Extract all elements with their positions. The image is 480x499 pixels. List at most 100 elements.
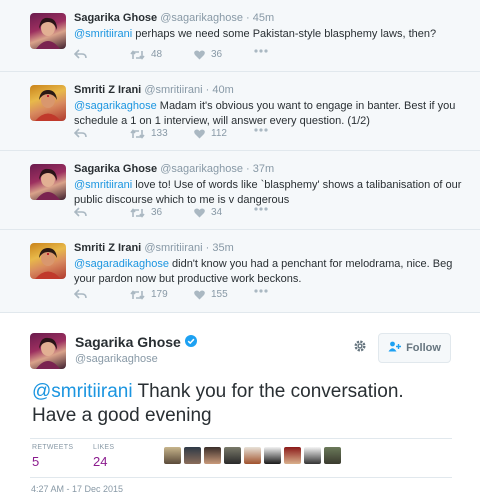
reply-icon	[74, 207, 87, 217]
tweet-time[interactable]: · 35m	[206, 242, 234, 254]
permalink-tweet: Sagarika Ghose @sagarikaghose Follow @sm…	[0, 312, 480, 499]
user-name[interactable]: Sagarika Ghose	[75, 334, 181, 350]
liker-avatar[interactable]	[224, 447, 241, 464]
retweet-icon	[130, 289, 145, 300]
mention-link[interactable]: @smritiirani	[32, 381, 133, 402]
tweet-header: Sagarika Ghose @sagarikaghose · 45m	[74, 12, 274, 24]
like-count: 112	[211, 128, 227, 139]
divider	[30, 477, 452, 478]
more-dots-icon	[254, 49, 268, 53]
more-button[interactable]	[254, 49, 268, 53]
more-dots-icon	[254, 289, 268, 293]
user-handle[interactable]: @sagarikaghose	[160, 12, 243, 24]
retweet-count: 36	[151, 207, 163, 218]
retweet-icon	[130, 207, 145, 218]
retweet-button[interactable]: 48	[130, 49, 162, 60]
avatar[interactable]	[30, 85, 66, 121]
more-button[interactable]	[254, 289, 268, 293]
reply-icon	[74, 49, 87, 59]
user-actions-button[interactable]	[353, 339, 367, 358]
tweet-timestamp[interactable]: 4:27 AM - 17 Dec 2015	[31, 484, 123, 494]
more-button[interactable]	[254, 207, 268, 211]
tweet-body: perhaps we need some Pakistan-style blas…	[132, 28, 437, 40]
more-dots-icon	[254, 207, 268, 211]
retweet-button[interactable]: 36	[130, 207, 162, 218]
reply-button[interactable]	[74, 128, 87, 138]
liker-avatars	[164, 447, 341, 464]
tweet-header: Sagarika Ghose @sagarikaghose · 37m	[74, 163, 274, 175]
user-name[interactable]: Smriti Z Irani	[74, 242, 141, 254]
follow-label: Follow	[406, 342, 441, 354]
heart-icon	[194, 208, 205, 218]
more-button[interactable]	[254, 128, 268, 132]
user-handle[interactable]: @smritiirani	[144, 242, 202, 254]
user-handle[interactable]: @sagarikaghose	[75, 353, 158, 365]
like-count: 36	[211, 49, 223, 60]
like-button[interactable]: 34	[194, 207, 222, 218]
liker-avatar[interactable]	[324, 447, 341, 464]
user-name[interactable]: Smriti Z Irani	[74, 84, 141, 96]
reply-button[interactable]	[74, 289, 87, 299]
thread-tweet[interactable]: Smriti Z Irani @smritiirani · 40m @sagar…	[0, 72, 480, 151]
user-handle[interactable]: @smritiirani	[144, 84, 202, 96]
user-name[interactable]: Sagarika Ghose	[74, 12, 157, 24]
mention-link[interactable]: @sagarikaghose	[74, 100, 157, 112]
retweet-count: 179	[151, 289, 168, 300]
user-handle[interactable]: @sagarikaghose	[160, 163, 243, 175]
tweet-text: @sagaradikaghose didn't know you had a p…	[74, 257, 470, 287]
heart-icon	[194, 290, 205, 300]
retweets-stat[interactable]: RETWEETS 5	[32, 444, 73, 469]
likes-stat[interactable]: LIKES 24	[93, 444, 114, 469]
heart-icon	[194, 129, 205, 139]
liker-avatar[interactable]	[184, 447, 201, 464]
liker-avatar[interactable]	[284, 447, 301, 464]
verified-badge-icon	[184, 334, 197, 350]
conversation-thread: Sagarika Ghose @sagarikaghose · 45m @smr…	[0, 0, 480, 312]
gear-icon	[353, 340, 367, 357]
like-button[interactable]: 155	[194, 289, 228, 300]
user-name[interactable]: Sagarika Ghose	[74, 163, 157, 175]
retweet-icon	[130, 128, 145, 139]
thread-tweet[interactable]: Sagarika Ghose @sagarikaghose · 45m @smr…	[0, 0, 480, 72]
follow-user-icon	[388, 341, 402, 355]
avatar[interactable]	[30, 333, 66, 369]
tweet-time[interactable]: · 37m	[246, 163, 274, 175]
retweet-button[interactable]: 179	[130, 289, 168, 300]
retweets-count: 5	[32, 454, 40, 469]
avatar[interactable]	[30, 243, 66, 279]
avatar[interactable]	[30, 164, 66, 200]
liker-avatar[interactable]	[164, 447, 181, 464]
liker-avatar[interactable]	[204, 447, 221, 464]
tweet-time[interactable]: · 40m	[206, 84, 234, 96]
tweet-text: @smritiirani Thank you for the conversat…	[32, 380, 452, 428]
divider	[30, 438, 452, 439]
retweets-label: RETWEETS	[32, 444, 74, 451]
reply-icon	[74, 289, 87, 299]
mention-link[interactable]: @smritiirani	[74, 179, 132, 191]
like-count: 34	[211, 207, 223, 218]
retweet-count: 133	[151, 128, 168, 139]
like-button[interactable]: 112	[194, 128, 227, 139]
retweet-count: 48	[151, 49, 163, 60]
likes-label: LIKES	[93, 444, 115, 451]
avatar[interactable]	[30, 13, 66, 49]
user-name-row[interactable]: Sagarika Ghose	[75, 334, 197, 350]
thread-tweet[interactable]: Sagarika Ghose @sagarikaghose · 37m @smr…	[0, 151, 480, 230]
tweet-header: Smriti Z Irani @smritiirani · 40m	[74, 84, 234, 96]
reply-icon	[74, 128, 87, 138]
like-button[interactable]: 36	[194, 49, 222, 60]
tweet-text: @sagarikaghose Madam it's obvious you wa…	[74, 99, 470, 129]
follow-button[interactable]: Follow	[378, 333, 451, 363]
liker-avatar[interactable]	[244, 447, 261, 464]
reply-button[interactable]	[74, 207, 87, 217]
tweet-header: Smriti Z Irani @smritiirani · 35m	[74, 242, 234, 254]
tweet-time[interactable]: · 45m	[246, 12, 274, 24]
liker-avatar[interactable]	[304, 447, 321, 464]
mention-link[interactable]: @sagaradikaghose	[74, 258, 169, 270]
tweet-text: @smritiirani love to! Use of words like …	[74, 178, 470, 208]
thread-tweet[interactable]: Smriti Z Irani @smritiirani · 35m @sagar…	[0, 230, 480, 312]
mention-link[interactable]: @smritiirani	[74, 28, 132, 40]
reply-button[interactable]	[74, 49, 87, 59]
retweet-button[interactable]: 133	[130, 128, 168, 139]
liker-avatar[interactable]	[264, 447, 281, 464]
